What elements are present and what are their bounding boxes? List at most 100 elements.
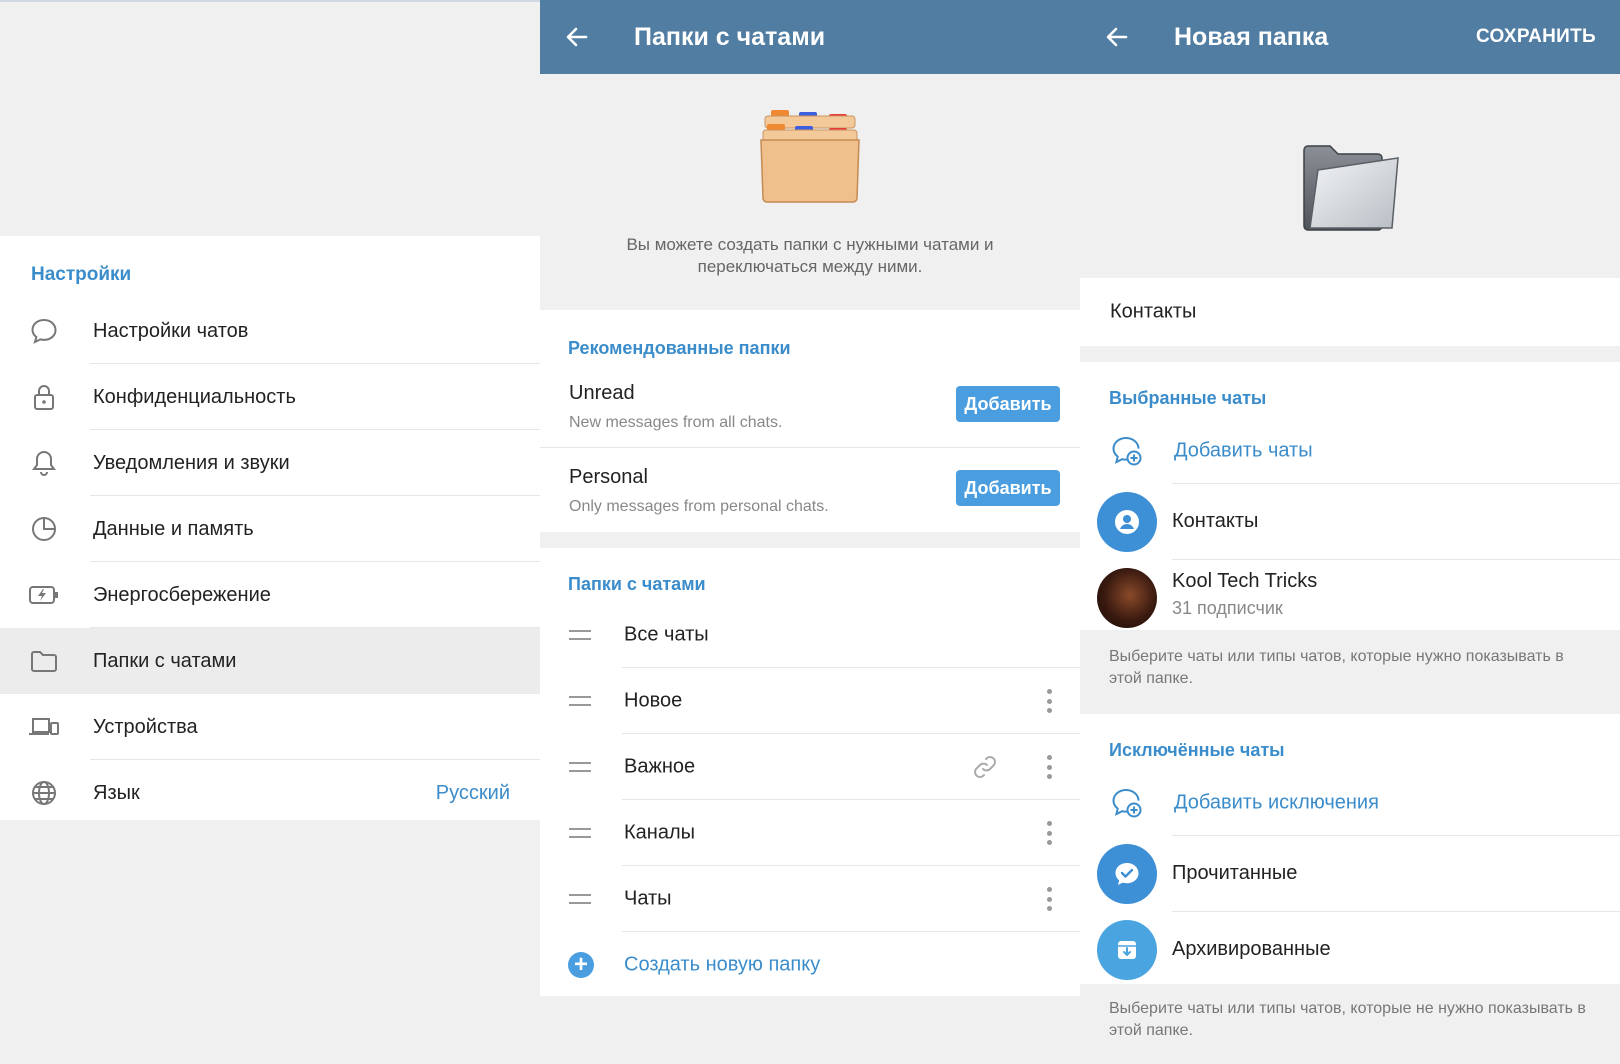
- folders-description: Вы можете создать папки с нужными чатами…: [626, 235, 994, 276]
- settings-item-notifications[interactable]: Уведомления и звуки: [0, 430, 540, 496]
- recommended-folder-title: Personal: [569, 466, 648, 488]
- page-title: Папки с чатами: [634, 22, 826, 51]
- recommended-folders-section: Рекомендованные папки Unread New message…: [540, 310, 1080, 532]
- drag-handle-icon[interactable]: [569, 630, 591, 640]
- check-bubble-icon: [1115, 863, 1139, 885]
- create-folder-label: Создать новую папку: [624, 953, 821, 976]
- settings-item-label: Энергосбережение: [93, 583, 271, 606]
- create-folder-button[interactable]: + Создать новую папку: [540, 932, 1080, 998]
- chat-label: Kool Tech Tricks: [1172, 570, 1318, 592]
- back-button[interactable]: [540, 0, 614, 74]
- app-bar: Папки с чатами: [540, 0, 1080, 74]
- folder-label: Важное: [624, 755, 696, 778]
- plus-circle-icon: +: [568, 952, 594, 978]
- included-chat-kool-tech-tricks[interactable]: Kool Tech Tricks 31 подписчик: [1080, 560, 1620, 636]
- excluded-chats-hint: Выберите чаты или типы чатов, которые не…: [1109, 1000, 1586, 1039]
- folder-row-chats[interactable]: Чаты: [540, 866, 1080, 932]
- add-chats-label: Добавить чаты: [1174, 439, 1313, 462]
- link-icon[interactable]: [972, 754, 998, 780]
- settings-item-chat-settings[interactable]: Настройки чатов: [0, 298, 540, 364]
- recommended-folder-subtitle: New messages from all chats.: [569, 414, 783, 431]
- more-vertical-icon[interactable]: [1046, 887, 1052, 911]
- settings-item-label: Конфиденциальность: [93, 385, 296, 408]
- lock-icon: [28, 381, 60, 413]
- add-exclusions-label: Добавить исключения: [1174, 791, 1379, 814]
- folder-name-value[interactable]: Контакты: [1110, 301, 1196, 324]
- settings-item-label: Настройки чатов: [93, 319, 249, 342]
- settings-item-label: Папки с чатами: [93, 649, 237, 672]
- new-folder-panel: Новая папка СОХРАНИТЬ Контакты Выбранные…: [1080, 0, 1620, 1064]
- more-vertical-icon[interactable]: [1046, 821, 1052, 845]
- settings-item-devices[interactable]: Устройства: [0, 694, 540, 760]
- chat-label: Контакты: [1172, 510, 1259, 532]
- top-edge: [0, 0, 540, 2]
- add-chats-button[interactable]: Добавить чаты: [1080, 418, 1620, 484]
- settings-item-label: Данные и память: [93, 517, 254, 540]
- bell-icon: [28, 447, 60, 479]
- included-chats-hint: Выберите чаты или типы чатов, которые ну…: [1109, 648, 1564, 687]
- folder-row-new[interactable]: Новое: [540, 668, 1080, 734]
- drag-handle-icon[interactable]: [569, 828, 591, 838]
- folder-row-channels[interactable]: Каналы: [540, 800, 1080, 866]
- settings-item-power-saving[interactable]: Энергосбережение: [0, 562, 540, 628]
- recommended-folder-personal: Personal Only messages from personal cha…: [540, 448, 1080, 532]
- page-title: Новая папка: [1174, 22, 1329, 51]
- included-chat-contacts[interactable]: Контакты: [1080, 484, 1620, 560]
- folders-hero: Вы можете создать папки с нужными чатами…: [540, 74, 1080, 310]
- chat-bubble-icon: [28, 315, 60, 347]
- folder-row-all-chats[interactable]: Все чаты: [540, 602, 1080, 668]
- folder-label: Чаты: [624, 887, 672, 910]
- more-vertical-icon[interactable]: [1046, 755, 1052, 779]
- settings-item-label: Устройства: [93, 715, 198, 738]
- add-folder-button[interactable]: Добавить: [956, 470, 1060, 506]
- arrow-left-icon: [566, 27, 588, 47]
- recommended-folders-title: Рекомендованные папки: [568, 338, 791, 358]
- archived-avatar: [1097, 920, 1157, 980]
- folder-name-field[interactable]: Контакты: [1080, 278, 1620, 346]
- recommended-folder-unread: Unread New messages from all chats. Доба…: [540, 364, 1080, 448]
- app-bar: Новая папка СОХРАНИТЬ: [1080, 0, 1620, 74]
- included-chats-title: Выбранные чаты: [1109, 388, 1267, 408]
- chat-subtitle: 31 подписчик: [1172, 598, 1283, 618]
- open-folder-illustration-icon: [1303, 145, 1399, 231]
- settings-item-chat-folders[interactable]: Папки с чатами: [0, 628, 540, 694]
- excluded-chat-archived[interactable]: Архивированные: [1080, 912, 1620, 988]
- folders-list-section: Папки с чатами Все чаты Новое Важное Кан…: [540, 548, 1080, 996]
- language-value: Русский: [435, 781, 510, 804]
- battery-bolt-icon: [28, 579, 60, 611]
- add-chat-icon: [1110, 786, 1144, 820]
- new-folder-hero: [1080, 74, 1620, 278]
- folder-label: Все чаты: [624, 623, 709, 646]
- devices-icon: [28, 711, 60, 743]
- save-button[interactable]: СОХРАНИТЬ: [1476, 0, 1596, 74]
- back-button[interactable]: [1080, 0, 1154, 74]
- drag-handle-icon[interactable]: [569, 894, 591, 904]
- drag-handle-icon[interactable]: [569, 696, 591, 706]
- person-circle-icon: [1115, 510, 1139, 534]
- more-vertical-icon[interactable]: [1046, 689, 1052, 713]
- contacts-avatar: [1097, 492, 1157, 552]
- folders-list-title: Папки с чатами: [568, 574, 706, 594]
- excluded-chats-title: Исключённые чаты: [1109, 740, 1285, 760]
- settings-item-privacy[interactable]: Конфиденциальность: [0, 364, 540, 430]
- chat-folders-panel: Папки с чатами Вы можете создать папки с…: [540, 0, 1080, 1064]
- read-avatar: [1097, 844, 1157, 904]
- arrow-left-icon: [1106, 27, 1128, 47]
- folder-row-important[interactable]: Важное: [540, 734, 1080, 800]
- excluded-chat-read[interactable]: Прочитанные: [1080, 836, 1620, 912]
- settings-item-label: Уведомления и звуки: [93, 451, 290, 474]
- globe-icon: [28, 777, 60, 809]
- settings-item-language[interactable]: Язык Русский: [0, 760, 540, 826]
- folder-label: Новое: [624, 689, 683, 712]
- add-folder-button[interactable]: Добавить: [956, 386, 1060, 422]
- settings-item-data-storage[interactable]: Данные и память: [0, 496, 540, 562]
- chat-label: Прочитанные: [1172, 862, 1298, 884]
- channel-avatar: [1097, 568, 1157, 628]
- add-exclusions-button[interactable]: Добавить исключения: [1080, 770, 1620, 836]
- drag-handle-icon[interactable]: [569, 762, 591, 772]
- add-chat-icon: [1110, 434, 1144, 468]
- recommended-folder-title: Unread: [569, 382, 635, 404]
- recommended-folder-subtitle: Only messages from personal chats.: [569, 498, 829, 515]
- chat-label: Архивированные: [1172, 938, 1331, 960]
- settings-section: Настройки Настройки чатов Конфиденциальн…: [0, 236, 540, 820]
